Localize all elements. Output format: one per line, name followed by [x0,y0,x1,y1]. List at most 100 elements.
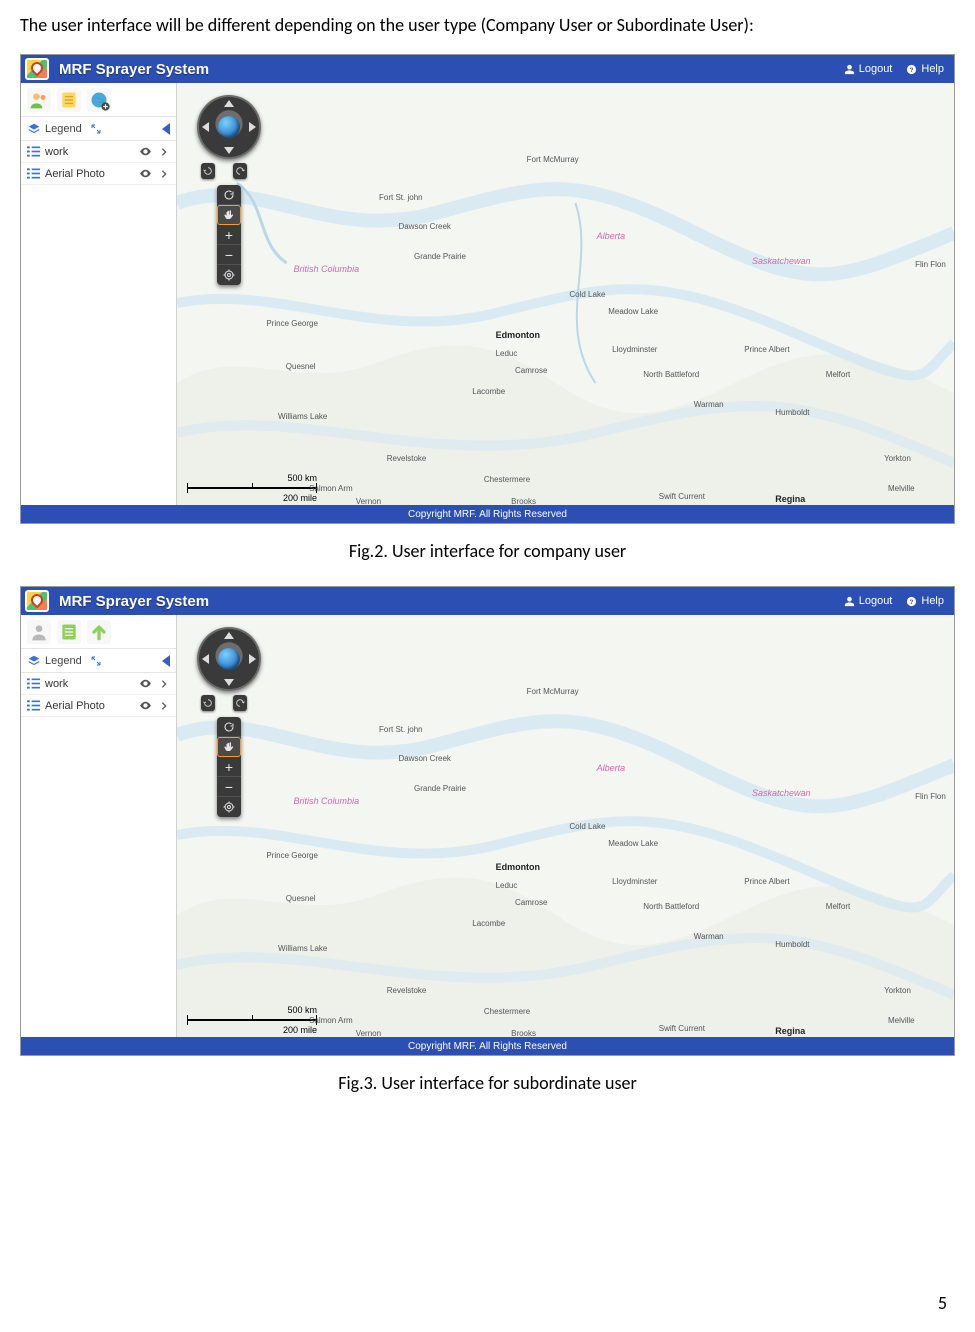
notes-tool-icon [59,90,79,110]
globe-icon[interactable] [218,116,240,138]
reset-rotation-button[interactable] [217,717,241,737]
svg-text:?: ? [910,598,914,605]
expand-icon[interactable] [90,123,102,135]
help-icon: ? [906,596,917,607]
list-tool-icon [59,622,79,642]
chevron-right-icon[interactable] [157,677,170,690]
scale-bot-label: 200 mile [283,493,317,503]
map-background [177,83,954,505]
reset-rotation-button[interactable] [217,185,241,205]
layer-aerial-label: Aerial Photo [45,700,105,712]
logout-label: Logout [859,595,893,607]
legend-header[interactable]: Legend [21,117,176,141]
pan-hand-button[interactable] [217,737,241,757]
svg-text:?: ? [910,66,914,73]
rotate-ccw-button[interactable] [201,163,215,179]
map-canvas[interactable]: + − 500 km 200 mile Fort McMurrayFort St… [177,615,954,1037]
pan-south-button[interactable] [224,679,234,686]
app-footer: Copyright MRF. All Rights Reserved [21,1037,954,1055]
logout-link[interactable]: Logout [844,63,893,75]
visibility-toggle-icon[interactable] [139,699,152,712]
collapse-panel-icon[interactable] [162,655,170,667]
pan-north-button[interactable] [224,632,234,639]
scale-top-label: 500 km [287,473,317,483]
visibility-toggle-icon[interactable] [139,167,152,180]
users-tool-icon [29,90,49,110]
app-title: MRF Sprayer System [59,593,209,610]
page-number: 5 [938,1292,947,1314]
pan-east-button[interactable] [249,122,256,132]
pan-west-button[interactable] [202,122,209,132]
legend-header[interactable]: Legend [21,649,176,673]
scale-bot-label: 200 mile [283,1025,317,1035]
expand-icon[interactable] [90,655,102,667]
side-toolbar [21,615,176,649]
user-icon [844,64,855,75]
help-link[interactable]: ? Help [906,595,944,607]
rotate-ccw-button[interactable] [201,695,215,711]
notes-tool-button[interactable] [57,88,81,112]
list-tool-button[interactable] [57,620,81,644]
app-screenshot-subordinate: MRF Sprayer System Logout ? Help [20,586,955,1056]
upload-arrow-icon [89,622,109,642]
chevron-right-icon[interactable] [157,699,170,712]
layer-list-icon [27,168,40,179]
zoom-toolbar: + − [217,185,241,285]
app-header: MRF Sprayer System Logout ? Help [21,55,954,83]
pan-south-button[interactable] [224,147,234,154]
help-link[interactable]: ? Help [906,63,944,75]
logout-link[interactable]: Logout [844,595,893,607]
zoom-out-button[interactable]: − [217,777,241,797]
app-logo-icon [25,58,49,80]
scale-top-label: 500 km [287,1005,317,1015]
legend-label: Legend [45,123,82,135]
layers-icon [27,654,41,668]
user-tool-button[interactable] [27,620,51,644]
layer-row-aerial[interactable]: Aerial Photo [21,163,176,185]
figure-caption-a: Fig.2. User interface for company user [20,540,955,562]
upload-tool-button[interactable] [87,620,111,644]
zoom-in-button[interactable]: + [217,225,241,245]
app-header: MRF Sprayer System Logout ? Help [21,587,954,615]
globe-tool-button[interactable] [87,88,111,112]
layer-work-label: work [45,678,68,690]
pan-west-button[interactable] [202,654,209,664]
nav-wheel [197,627,261,691]
user-icon [844,596,855,607]
users-tool-button[interactable] [27,88,51,112]
layer-row-work[interactable]: work [21,673,176,695]
visibility-toggle-icon[interactable] [139,677,152,690]
legend-label: Legend [45,655,82,667]
locate-button[interactable] [217,265,241,285]
pan-north-button[interactable] [224,100,234,107]
chevron-right-icon[interactable] [157,145,170,158]
visibility-toggle-icon[interactable] [139,145,152,158]
globe-icon[interactable] [218,648,240,670]
pan-hand-button[interactable] [217,205,241,225]
locate-button[interactable] [217,797,241,817]
collapse-panel-icon[interactable] [162,123,170,135]
map-canvas[interactable]: + − 500 km 200 mile Fort McMurrayFort St… [177,83,954,505]
zoom-in-button[interactable]: + [217,757,241,777]
layer-row-aerial[interactable]: Aerial Photo [21,695,176,717]
intro-text: The user interface will be different dep… [20,14,955,36]
nav-wheel [197,95,261,159]
layer-list-icon [27,700,40,711]
logout-label: Logout [859,63,893,75]
app-logo-icon [25,590,49,612]
rotate-cw-button[interactable] [233,695,247,711]
app-screenshot-company: MRF Sprayer System Logout ? Help [20,54,955,524]
layer-row-work[interactable]: work [21,141,176,163]
app-title: MRF Sprayer System [59,61,209,78]
rotation-row [201,163,247,179]
rotate-cw-button[interactable] [233,163,247,179]
rotation-row [201,695,247,711]
side-toolbar [21,83,176,117]
chevron-right-icon[interactable] [157,167,170,180]
zoom-out-button[interactable]: − [217,245,241,265]
user-tool-icon [29,622,49,642]
figure-caption-b: Fig.3. User interface for subordinate us… [20,1072,955,1094]
zoom-toolbar: + − [217,717,241,817]
pan-east-button[interactable] [249,654,256,664]
layer-work-label: work [45,146,68,158]
